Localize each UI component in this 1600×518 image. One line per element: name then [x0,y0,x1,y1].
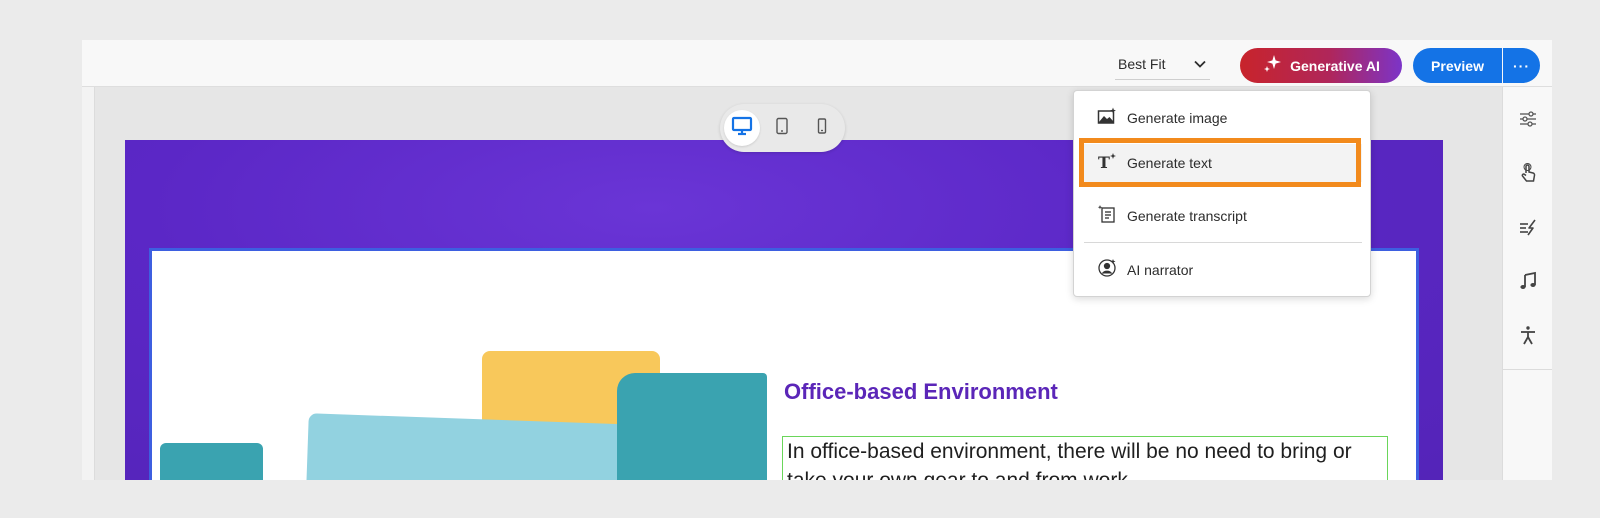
menu-item-label: AI narrator [1127,262,1194,278]
more-icon: ··· [1513,57,1530,74]
preview-label: Preview [1431,57,1484,74]
audio-icon[interactable] [1518,271,1538,291]
menu-item-generate-transcript[interactable]: Generate transcript [1084,197,1362,235]
text-sparkle-icon: T [1097,152,1117,175]
sparkle-icon [1262,54,1282,77]
properties-icon[interactable] [1518,109,1538,129]
interaction-icon[interactable] [1518,163,1538,183]
mobile-icon [816,117,828,140]
generative-ai-label: Generative AI [1290,57,1380,74]
accessibility-icon[interactable] [1518,325,1538,345]
illustration-lightblue-shape [305,413,639,480]
generative-ai-menu: Generate image T Generate text Generate … [1073,90,1371,297]
tablet-view-button[interactable] [764,110,800,146]
preview-button[interactable]: Preview [1413,48,1502,83]
rail-divider [1503,369,1552,370]
menu-item-ai-narrator[interactable]: AI narrator [1084,251,1362,289]
illustration-teal-shape [617,373,767,480]
image-sparkle-icon [1097,107,1117,130]
svg-text:T: T [1098,153,1110,170]
top-toolbar: Best Fit Generative AI Preview ··· [82,40,1552,87]
desktop-icon [731,116,753,141]
right-properties-rail [1502,87,1552,480]
generative-ai-button[interactable]: Generative AI [1240,48,1402,83]
menu-item-generate-image[interactable]: Generate image [1084,99,1362,137]
desktop-view-button[interactable] [724,110,760,146]
zoom-label: Best Fit [1118,55,1166,72]
tablet-icon [775,117,789,140]
narrator-icon [1097,258,1117,283]
menu-divider [1084,242,1362,243]
chevron-down-icon [1194,55,1206,73]
slide-body-text[interactable]: In office-based environment, there will … [782,436,1388,480]
menu-item-label: Generate transcript [1127,208,1247,224]
menu-item-label: Generate text [1127,155,1212,171]
illustration-teal-small-shape [160,443,263,480]
menu-item-generate-text[interactable]: T Generate text [1084,144,1362,182]
effects-icon[interactable] [1518,217,1538,237]
menu-item-label: Generate image [1127,110,1228,126]
zoom-dropdown[interactable]: Best Fit [1115,48,1210,80]
left-rail [82,87,95,480]
more-options-button[interactable]: ··· [1503,48,1540,83]
mobile-view-button[interactable] [804,110,840,146]
slide-heading: Office-based Environment [784,379,1058,404]
device-switcher [720,104,845,152]
transcript-icon [1097,204,1117,229]
